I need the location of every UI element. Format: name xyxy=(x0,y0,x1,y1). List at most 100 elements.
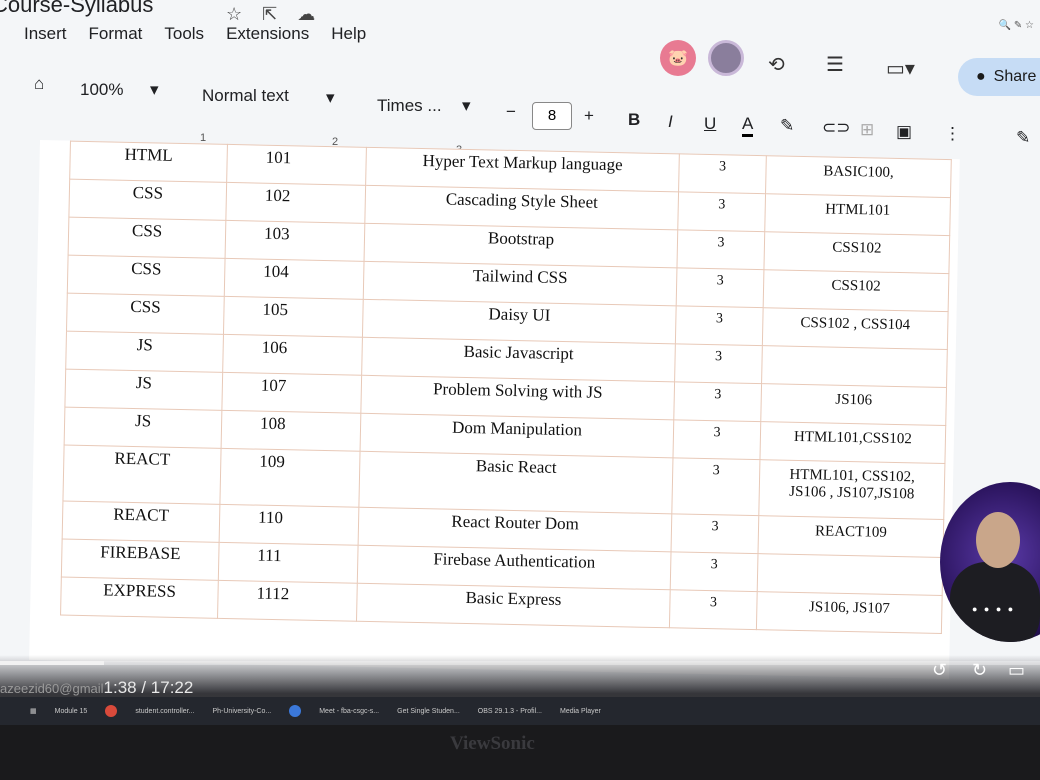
menu-tools[interactable]: Tools xyxy=(164,24,204,44)
prerequisite-cell[interactable]: CSS102 , CSS104 xyxy=(762,307,949,350)
course-name-cell[interactable]: Bootstrap xyxy=(364,223,678,268)
prerequisite-cell[interactable] xyxy=(761,345,948,388)
zoom-select[interactable]: 100% xyxy=(80,80,123,100)
fullscreen-icon[interactable]: ▭ xyxy=(1008,660,1025,681)
category-cell[interactable]: REACT xyxy=(62,445,222,505)
prerequisite-cell[interactable]: JS106 xyxy=(760,383,947,426)
menu-extensions[interactable]: Extensions xyxy=(226,24,309,44)
prerequisite-cell[interactable] xyxy=(757,553,943,596)
credits-cell[interactable]: 3 xyxy=(674,343,763,384)
chevron-down-icon[interactable]: ▾ xyxy=(462,96,471,116)
code-cell[interactable]: 108 xyxy=(221,410,361,452)
category-cell[interactable]: FIREBASE xyxy=(61,539,220,581)
prerequisite-cell[interactable]: REACT109 xyxy=(757,515,944,558)
forward-icon[interactable]: ↻ xyxy=(972,660,987,681)
increase-font-button[interactable]: + xyxy=(584,106,594,126)
category-cell[interactable]: JS xyxy=(64,369,223,411)
taskbar-item-get-student[interactable]: Get Single Studen... xyxy=(397,708,460,715)
taskbar-item-media-player[interactable]: Media Player xyxy=(560,708,601,715)
star-icon[interactable]: ☆ xyxy=(226,4,242,25)
menu-format[interactable]: Format xyxy=(89,24,143,44)
code-cell[interactable]: 105 xyxy=(223,296,364,338)
category-cell[interactable]: CSS xyxy=(68,217,226,259)
credits-cell[interactable]: 3 xyxy=(676,229,765,270)
video-progress-bar[interactable] xyxy=(0,661,1040,665)
document-page[interactable]: HTML 101 Hyper Text Markup language 3 BASIC1… xyxy=(29,140,960,680)
code-cell[interactable]: 110 xyxy=(219,504,359,546)
syllabus-table[interactable]: HTML 101 Hyper Text Markup language 3 BASIC1… xyxy=(60,141,952,634)
taskbar-item-meet[interactable]: Meet - fba-csgc-s... xyxy=(319,708,379,715)
underline-button[interactable]: U xyxy=(704,114,716,134)
course-name-cell[interactable]: Hyper Text Markup language xyxy=(365,147,680,192)
code-cell[interactable]: 106 xyxy=(222,334,363,376)
font-select[interactable]: Times ... xyxy=(377,96,442,116)
code-cell[interactable]: 111 xyxy=(218,542,359,584)
prerequisite-cell[interactable]: HTML101, CSS102, JS106 , JS107,JS108 xyxy=(758,459,945,520)
credits-cell[interactable]: 3 xyxy=(673,381,762,422)
category-cell[interactable]: JS xyxy=(64,407,222,449)
font-size-input[interactable]: 8 xyxy=(532,102,572,130)
category-cell[interactable]: CSS xyxy=(66,293,225,335)
credits-cell[interactable]: 3 xyxy=(678,153,767,194)
course-name-cell[interactable]: Basic Express xyxy=(356,583,671,628)
course-name-cell[interactable]: Dom Manipulation xyxy=(360,413,674,458)
course-name-cell[interactable]: Problem Solving with JS xyxy=(360,375,675,420)
code-cell[interactable]: 109 xyxy=(219,448,361,508)
share-button[interactable]: ● Share xyxy=(958,58,1040,96)
category-cell[interactable]: EXPRESS xyxy=(60,577,219,619)
user-avatar[interactable] xyxy=(708,40,744,76)
course-name-cell[interactable]: Tailwind CSS xyxy=(363,261,677,306)
move-to-folder-icon[interactable]: ⇱ xyxy=(262,4,277,25)
paint-format-icon[interactable]: ⌂ xyxy=(34,74,44,94)
bold-button[interactable]: B xyxy=(628,110,640,130)
style-select[interactable]: Normal text xyxy=(202,86,289,106)
credits-cell[interactable]: 3 xyxy=(669,589,758,630)
credits-cell[interactable]: 3 xyxy=(672,419,761,460)
cloud-saved-icon[interactable]: ☁ xyxy=(297,4,315,25)
code-cell[interactable]: 103 xyxy=(225,220,365,262)
menu-help[interactable]: Help xyxy=(331,24,366,44)
chevron-down-icon[interactable]: ▾ xyxy=(150,80,159,100)
app-icon[interactable] xyxy=(105,705,118,717)
course-name-cell[interactable]: React Router Dom xyxy=(358,507,672,552)
prerequisite-cell[interactable]: CSS102 xyxy=(763,231,950,274)
doc-title[interactable]: Course-Syllabus xyxy=(0,0,153,18)
code-cell[interactable]: 101 xyxy=(226,144,367,186)
code-cell[interactable]: 102 xyxy=(225,182,366,224)
credits-cell[interactable]: 3 xyxy=(675,305,764,346)
prerequisite-cell[interactable]: HTML101 xyxy=(764,193,951,236)
rewind-icon[interactable]: ↺ xyxy=(932,660,947,681)
comments-icon[interactable]: ☰ xyxy=(826,52,844,77)
decrease-font-button[interactable]: − xyxy=(506,102,516,122)
menu-insert[interactable]: Insert xyxy=(24,24,67,44)
credits-cell[interactable]: 3 xyxy=(671,457,760,516)
credits-cell[interactable]: 3 xyxy=(676,267,764,308)
chrome-icon[interactable] xyxy=(289,705,302,717)
prerequisite-cell[interactable]: CSS102 xyxy=(763,269,949,312)
code-cell[interactable]: 104 xyxy=(224,258,365,300)
prerequisite-cell[interactable]: BASIC100, xyxy=(765,155,952,198)
prerequisite-cell[interactable]: JS106, JS107 xyxy=(756,591,943,634)
category-cell[interactable]: REACT xyxy=(62,501,220,543)
taskbar-item-university[interactable]: Ph-University-Co... xyxy=(212,708,271,715)
category-cell[interactable]: HTML xyxy=(69,141,228,183)
category-cell[interactable]: CSS xyxy=(68,179,227,221)
course-name-cell[interactable]: Daisy UI xyxy=(362,299,677,344)
course-name-cell[interactable]: Cascading Style Sheet xyxy=(364,185,679,230)
italic-button[interactable]: I xyxy=(668,112,673,132)
start-icon[interactable]: ▦ xyxy=(30,707,37,715)
course-name-cell[interactable]: Firebase Authentication xyxy=(357,545,672,590)
category-cell[interactable]: JS xyxy=(65,331,224,373)
code-cell[interactable]: 107 xyxy=(221,372,362,414)
taskbar-item-module[interactable]: Module 15 xyxy=(55,708,88,715)
course-name-cell[interactable]: Basic Javascript xyxy=(361,337,676,382)
course-name-cell[interactable]: Basic React xyxy=(358,451,673,514)
credits-cell[interactable]: 3 xyxy=(677,191,766,232)
chevron-down-icon[interactable]: ▾ xyxy=(326,88,335,108)
prerequisite-cell[interactable]: HTML101,CSS102 xyxy=(759,421,946,464)
taskbar-item-controller[interactable]: student.controller... xyxy=(135,708,194,715)
code-cell[interactable]: 1112 xyxy=(217,580,358,622)
meet-icon[interactable]: ▭▾ xyxy=(886,56,915,81)
credits-cell[interactable]: 3 xyxy=(670,551,758,592)
credits-cell[interactable]: 3 xyxy=(671,513,759,554)
